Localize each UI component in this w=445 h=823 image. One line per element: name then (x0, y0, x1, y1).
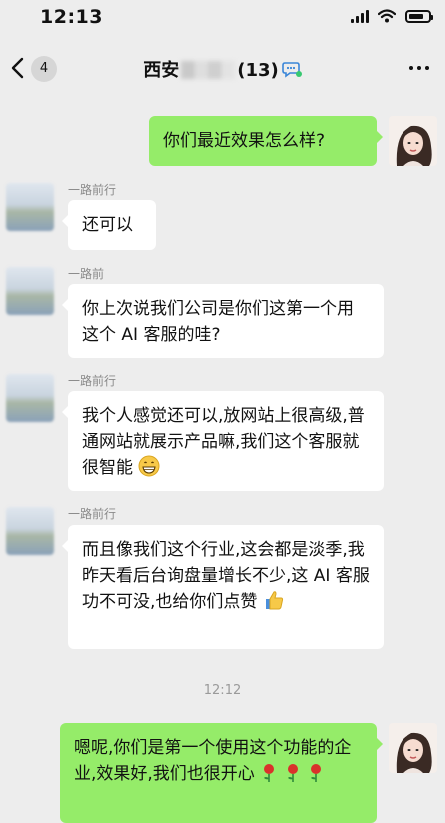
message-bubble[interactable]: 我个人感觉还可以,放网站上很高级,普通网站就展示产品嘛,我们这个客服就很智能 (62, 391, 384, 491)
sender-name: 一路前行 (68, 507, 117, 521)
sender-name: 一路前行 (68, 183, 117, 197)
contact-avatar[interactable] (6, 507, 54, 555)
message-bubble[interactable]: 还可以 (62, 200, 156, 250)
chat-title-prefix: 西安 (143, 60, 180, 81)
contact-avatar[interactable] (6, 374, 54, 422)
contact-avatar[interactable] (6, 183, 54, 231)
status-icons (351, 9, 433, 23)
message-text: 你们最近效果怎么样? (163, 131, 326, 151)
chat-header: 4 西安 (13) (0, 44, 445, 92)
message-text: 你上次说我们公司是你们这第一个用这个 AI 客服的哇? (82, 299, 354, 345)
self-avatar[interactable] (389, 116, 437, 166)
self-avatar[interactable] (389, 723, 437, 773)
battery-icon (405, 9, 433, 23)
battery-level (409, 13, 423, 19)
message-text: 我个人感觉还可以,放网站上很高级,普通网站就展示产品嘛,我们这个客服就很智能 (82, 406, 365, 478)
time-separator: 12:12 (203, 683, 242, 698)
status-time: 12:13 (40, 6, 103, 28)
rose-emoji (311, 764, 322, 782)
message-bubble[interactable]: 你们最近效果怎么样? (149, 116, 383, 166)
message-bubble[interactable]: 你上次说我们公司是你们这第一个用这个 AI 客服的哇? (62, 284, 384, 358)
message-text: 还可以 (82, 215, 133, 235)
message-bubble[interactable]: 而且像我们这个行业,这会都是淡季,我昨天看后台询盘量增长不少,这 AI 客服功不… (62, 525, 384, 649)
wifi-icon (378, 9, 396, 23)
rose-emoji (287, 764, 298, 782)
more-options-icon[interactable] (409, 66, 429, 70)
rose-emoji (264, 764, 275, 782)
chat-title: 西安 (13) (0, 56, 445, 82)
avatar-portrait (389, 116, 437, 166)
rose-emoji-row (260, 764, 325, 784)
grinning-face-emoji (138, 455, 160, 477)
blurred-name (181, 61, 236, 79)
sender-name: 一路前行 (68, 374, 117, 388)
message-text: 而且像我们这个行业,这会都是淡季,我昨天看后台询盘量增长不少,这 AI 客服功不… (82, 540, 370, 612)
status-bar: 12:13 (0, 0, 445, 36)
avatar-portrait (389, 723, 437, 773)
contact-avatar[interactable] (6, 267, 54, 315)
sender-name: 一路前 (68, 267, 105, 281)
message-bubble[interactable]: 嗯呢,你们是第一个使用这个功能的企业,效果好,我们也很开心 (60, 723, 383, 823)
thumbs-up-emoji (265, 591, 283, 610)
group-chat-icon (281, 62, 302, 78)
member-count: (13) (237, 60, 279, 81)
cellular-signal-icon (351, 9, 369, 23)
